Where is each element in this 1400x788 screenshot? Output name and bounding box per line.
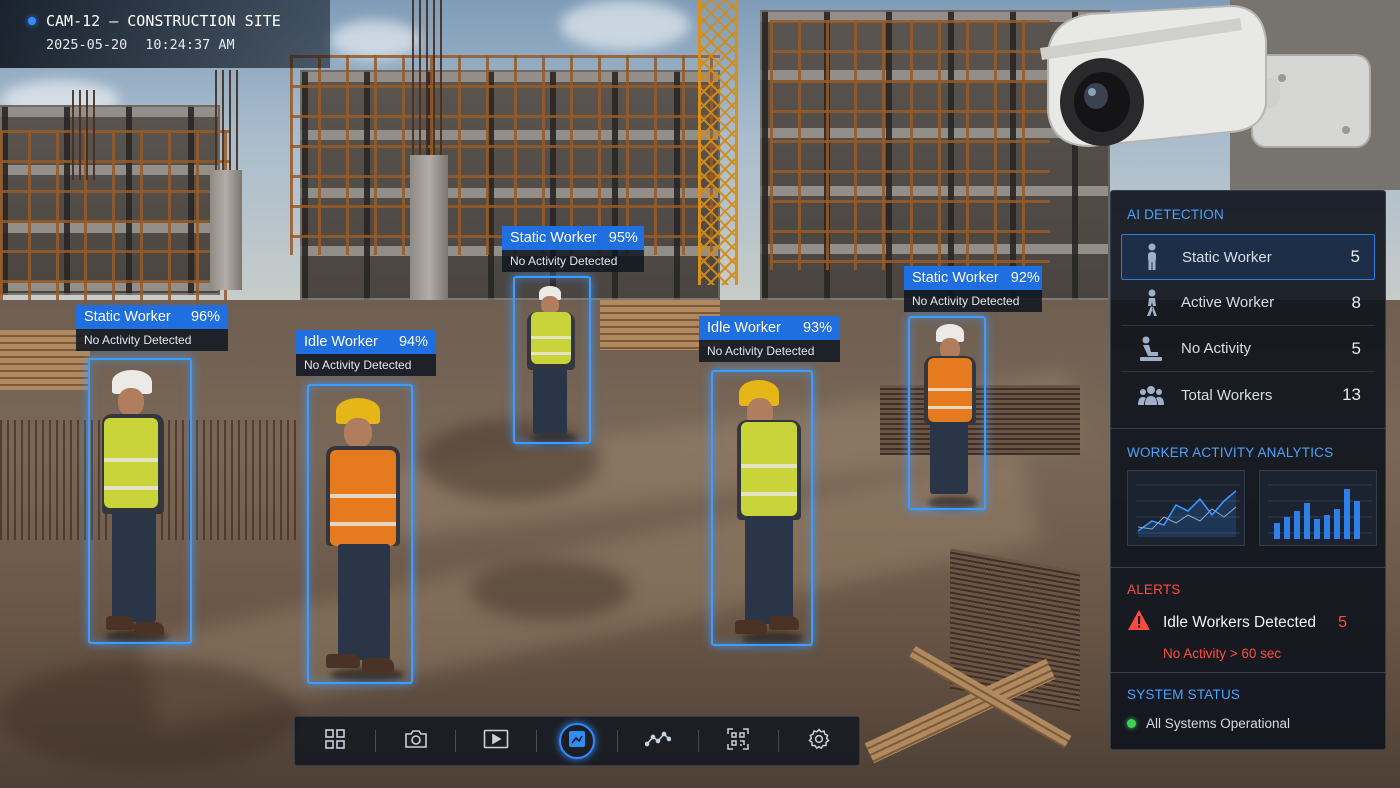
grid-view-button[interactable] bbox=[315, 721, 355, 761]
grid-icon bbox=[324, 728, 346, 755]
camera-icon bbox=[404, 729, 428, 754]
stat-row-active-worker[interactable]: Active Worker 8 bbox=[1121, 280, 1375, 326]
walking-person-icon bbox=[1137, 289, 1165, 317]
rebar bbox=[412, 0, 446, 155]
detection-status: No Activity Detected bbox=[76, 329, 228, 351]
cctv-camera-image bbox=[1040, 0, 1400, 190]
cloud bbox=[560, 0, 690, 50]
detection-confidence: 92% bbox=[1010, 270, 1040, 286]
system-status-text: All Systems Operational bbox=[1146, 716, 1291, 731]
activity-line-chart[interactable] bbox=[1127, 470, 1245, 546]
detection-status: No Activity Detected bbox=[296, 354, 436, 376]
cloud bbox=[330, 20, 420, 60]
settings-icon bbox=[808, 727, 830, 755]
scan-button[interactable] bbox=[718, 721, 758, 761]
detection-tag: Idle Worker 93% No Activity Detected bbox=[699, 316, 840, 362]
playback-button[interactable] bbox=[476, 721, 516, 761]
worker-activity-analytics: WORKER ACTIVITY ANALYTICS bbox=[1111, 429, 1385, 567]
detection-box[interactable] bbox=[307, 384, 413, 684]
alert-detail: No Activity > 60 sec bbox=[1163, 646, 1282, 661]
camera-title: CAM-12 – CONSTRUCTION SITE bbox=[46, 12, 281, 30]
detection-tag: Static Worker 95% No Activity Detected bbox=[502, 226, 644, 272]
analytics-title: WORKER ACTIVITY ANALYTICS bbox=[1127, 445, 1334, 460]
stat-label: Static Worker bbox=[1182, 248, 1272, 266]
live-indicator-dot bbox=[28, 17, 36, 25]
ai-detection-section: AI DETECTION Static Worker 5 Active Work… bbox=[1111, 191, 1385, 418]
stat-label: Total Workers bbox=[1181, 386, 1273, 404]
snapshot-button[interactable] bbox=[396, 721, 436, 761]
detection-tag: Static Worker 92% No Activity Detected bbox=[904, 266, 1042, 312]
detection-box[interactable] bbox=[513, 276, 591, 444]
concrete-pillar bbox=[410, 155, 448, 305]
detection-label: Static Worker bbox=[510, 230, 597, 246]
alert-count: 5 bbox=[1338, 613, 1347, 631]
detection-confidence: 93% bbox=[802, 320, 832, 336]
status-ok-dot bbox=[1127, 719, 1136, 728]
detection-tag: Static Worker 96% No Activity Detected bbox=[76, 305, 228, 351]
detection-confidence: 94% bbox=[398, 334, 428, 350]
alerts-section: ALERTS Idle Workers Detected 5 No Activi… bbox=[1111, 568, 1385, 672]
alerts-title: ALERTS bbox=[1127, 582, 1181, 597]
group-icon bbox=[1137, 381, 1165, 409]
system-status-section: SYSTEM STATUS All Systems Operational bbox=[1111, 673, 1385, 731]
stat-count: 5 bbox=[1350, 247, 1360, 266]
stat-count: 13 bbox=[1342, 385, 1361, 404]
detection-box[interactable] bbox=[88, 358, 192, 644]
detection-tag: Idle Worker 94% No Activity Detected bbox=[296, 330, 436, 376]
detection-label: Idle Worker bbox=[707, 320, 781, 336]
ai-detection-title: AI DETECTION bbox=[1127, 207, 1224, 222]
qr-scan-icon bbox=[727, 727, 750, 755]
stat-label: No Activity bbox=[1181, 340, 1252, 357]
detection-label: Idle Worker bbox=[304, 334, 378, 350]
detection-mode-button[interactable] bbox=[557, 721, 597, 761]
stat-row-total-workers[interactable]: Total Workers 13 bbox=[1121, 372, 1375, 418]
alert-label: Idle Workers Detected bbox=[1163, 613, 1317, 631]
scaffolding bbox=[770, 20, 1050, 270]
detection-label: Static Worker bbox=[912, 270, 999, 286]
camera-header: CAM-12 – CONSTRUCTION SITE 2025-05-20 10… bbox=[0, 0, 330, 68]
scaffolding bbox=[0, 130, 230, 300]
activity-bar-chart[interactable] bbox=[1259, 470, 1377, 546]
detection-status: No Activity Detected bbox=[904, 290, 1042, 312]
concrete-pillar bbox=[210, 170, 242, 290]
detection-icon bbox=[568, 730, 586, 753]
ai-side-panel: AI DETECTION Static Worker 5 Active Work… bbox=[1110, 190, 1386, 750]
sitting-person-icon bbox=[1137, 335, 1165, 363]
detection-label: Static Worker bbox=[84, 309, 171, 325]
system-status-title: SYSTEM STATUS bbox=[1127, 687, 1241, 702]
detection-status: No Activity Detected bbox=[502, 250, 644, 272]
detection-confidence: 95% bbox=[608, 230, 638, 246]
stat-label: Active Worker bbox=[1181, 294, 1275, 311]
play-icon bbox=[483, 729, 509, 754]
alert-idle-workers[interactable]: Idle Workers Detected 5 bbox=[1127, 609, 1369, 636]
camera-time: 10:24:37 AM bbox=[145, 37, 235, 53]
dirt-mound bbox=[0, 660, 300, 770]
dirt-mound bbox=[470, 560, 630, 620]
rebar bbox=[72, 90, 96, 180]
stat-count: 5 bbox=[1351, 338, 1361, 358]
analytics-button[interactable] bbox=[638, 721, 678, 761]
detection-box[interactable] bbox=[711, 370, 813, 646]
settings-button[interactable] bbox=[799, 721, 839, 761]
camera-date: 2025-05-20 bbox=[46, 37, 128, 53]
detection-status: No Activity Detected bbox=[699, 340, 840, 362]
rebar bbox=[215, 70, 240, 170]
bottom-toolbar bbox=[294, 716, 860, 766]
scaffolding bbox=[290, 55, 720, 255]
standing-person-icon bbox=[1138, 243, 1166, 271]
analytics-icon bbox=[644, 730, 672, 753]
stat-count: 8 bbox=[1351, 292, 1361, 312]
warning-icon bbox=[1127, 609, 1151, 636]
detection-box[interactable] bbox=[908, 316, 986, 510]
tower-crane bbox=[698, 0, 738, 285]
detection-confidence: 96% bbox=[190, 309, 220, 325]
stat-row-no-activity[interactable]: No Activity 5 bbox=[1121, 326, 1375, 372]
stat-row-static-worker[interactable]: Static Worker 5 bbox=[1121, 234, 1375, 280]
